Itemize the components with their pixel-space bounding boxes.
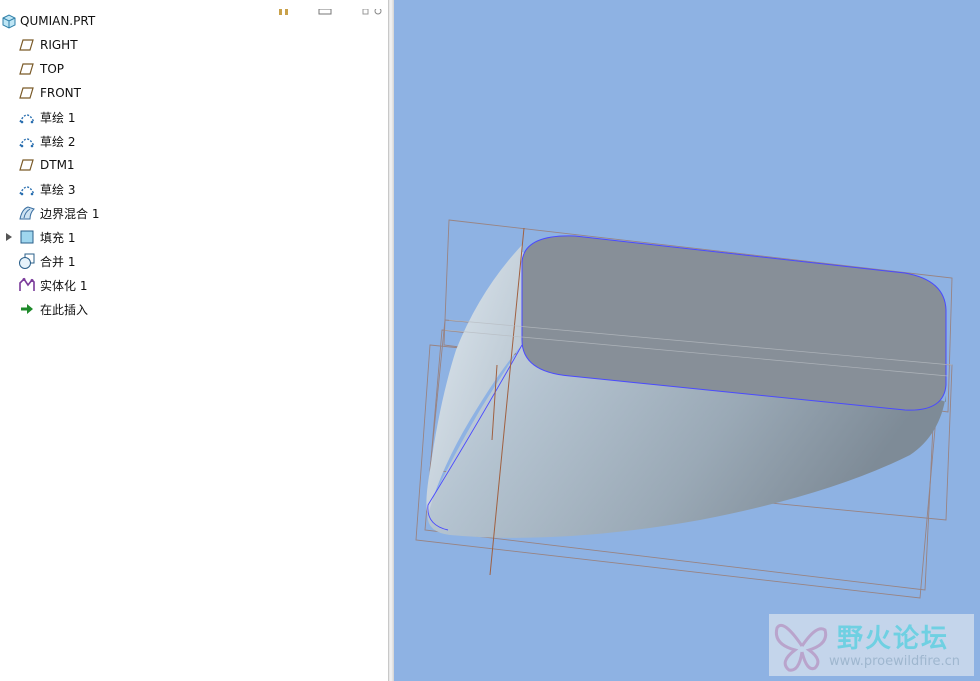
expand-arrow-icon[interactable] — [4, 231, 14, 243]
insert-here-arrow-icon — [18, 300, 36, 318]
sketch-icon — [18, 132, 36, 150]
boundary-blend-icon — [18, 204, 36, 222]
model-3d-view — [415, 219, 953, 599]
tree-item-label: RIGHT — [40, 38, 78, 52]
sketch-icon — [18, 180, 36, 198]
model-tree-panel: QUMIAN.PRT RIGHT TOP FRONT 草绘 1 草绘 2 DTM… — [0, 0, 388, 681]
sketch-icon — [18, 108, 36, 126]
tree-item-label: 填充 1 — [40, 230, 76, 245]
tree-toolbar — [0, 0, 388, 15]
graphics-viewport[interactable]: 野火论坛 www.proewildfire.cn — [394, 0, 980, 681]
tree-item-front[interactable]: FRONT — [0, 81, 388, 105]
tree-item-sketch-2[interactable]: 草绘 2 — [0, 129, 388, 153]
tree-item-top[interactable]: TOP — [0, 57, 388, 81]
tree-item-label: 合并 1 — [40, 254, 76, 269]
tree-item-sketch-3[interactable]: 草绘 3 — [0, 177, 388, 201]
tree-item-fill-1[interactable]: 填充 1 — [0, 225, 388, 249]
tree-item-label: 实体化 1 — [40, 278, 88, 293]
tree-item-label: DTM1 — [40, 158, 75, 172]
datum-plane-icon — [18, 60, 36, 78]
tree-item-label: FRONT — [40, 86, 81, 100]
tree-item-merge-1[interactable]: 合并 1 — [0, 249, 388, 273]
tree-item-right[interactable]: RIGHT — [0, 33, 388, 57]
tree-item-label: TOP — [40, 62, 65, 76]
show-icon[interactable] — [318, 0, 332, 15]
tree-item-insert-here[interactable]: 在此插入 — [0, 297, 388, 321]
tree-item-sketch-1[interactable]: 草绘 1 — [0, 105, 388, 129]
tree-item-boundary-blend-1[interactable]: 边界混合 1 — [0, 201, 388, 225]
watermark-url: www.proewildfire.cn — [829, 654, 960, 669]
forum-watermark: 野火论坛 www.proewildfire.cn — [769, 614, 974, 676]
settings-icon[interactable] — [278, 0, 290, 15]
tree-item-dtm1[interactable]: DTM1 — [0, 153, 388, 177]
butterfly-logo-icon — [774, 623, 828, 672]
solidify-icon — [18, 276, 36, 294]
find-icon[interactable] — [362, 0, 384, 15]
tree-root-label: QUMIAN.PRT — [20, 14, 96, 28]
datum-plane-icon — [18, 36, 36, 54]
datum-plane-icon — [18, 84, 36, 102]
tree-item-solidify-1[interactable]: 实体化 1 — [0, 273, 388, 297]
tree-item-label: 草绘 3 — [40, 182, 76, 197]
datum-plane-icon — [18, 156, 36, 174]
tree-item-label: 边界混合 1 — [40, 206, 100, 221]
tree-item-label: 草绘 2 — [40, 134, 76, 149]
watermark-title: 野火论坛 — [837, 624, 950, 654]
tree-item-label: 在此插入 — [40, 302, 89, 317]
tree-root-item[interactable]: QUMIAN.PRT — [0, 9, 388, 33]
tree-item-label: 草绘 1 — [40, 110, 76, 125]
merge-icon — [18, 252, 36, 270]
fill-icon — [18, 228, 36, 246]
part-icon — [0, 12, 18, 30]
